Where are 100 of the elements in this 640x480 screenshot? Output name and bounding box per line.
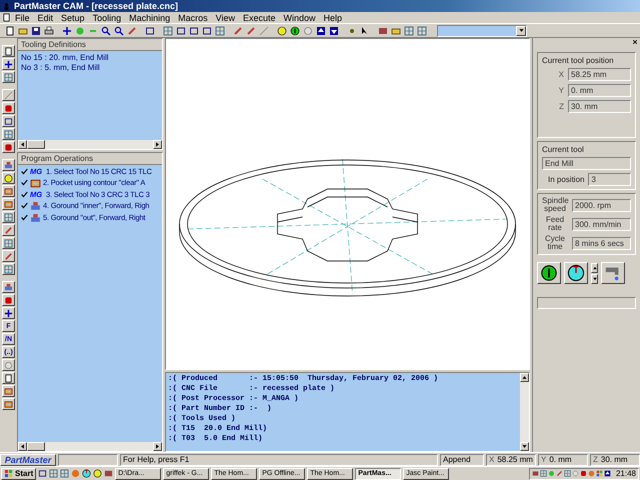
menu-item[interactable]: Help xyxy=(320,12,346,22)
dropdown-button[interactable] xyxy=(516,26,526,36)
menu-item[interactable]: Execute xyxy=(239,12,280,22)
axis-label: Y xyxy=(541,455,546,464)
dial-icon xyxy=(567,264,585,282)
menu-item[interactable]: Macros xyxy=(174,12,212,22)
down-arrow-icon[interactable] xyxy=(328,24,340,36)
tool-button[interactable] xyxy=(2,115,15,127)
tool-icon xyxy=(4,238,13,248)
menu-item[interactable]: Tooling xyxy=(88,12,126,22)
tool-button[interactable] xyxy=(2,185,15,197)
checkbox[interactable] xyxy=(21,178,28,187)
tool-button[interactable] xyxy=(2,211,15,223)
tool-button[interactable] xyxy=(2,172,15,184)
menu-item[interactable]: Machining xyxy=(125,12,174,22)
tool-button[interactable] xyxy=(2,224,15,236)
menu-item[interactable]: File xyxy=(11,12,34,22)
spin-up-button[interactable] xyxy=(591,262,598,272)
view-icon[interactable] xyxy=(175,24,187,36)
zoom-icon[interactable] xyxy=(100,24,112,36)
tool-button[interactable] xyxy=(2,281,15,293)
document-icon[interactable] xyxy=(2,13,11,22)
left-arrow-icon[interactable] xyxy=(19,141,26,148)
checkbox[interactable] xyxy=(21,190,28,199)
close-icon[interactable] xyxy=(632,39,638,45)
axis-label: X xyxy=(558,70,564,79)
tool-button[interactable] xyxy=(2,385,15,397)
tool-button[interactable] xyxy=(2,237,15,249)
tool-button[interactable] xyxy=(2,45,15,57)
move-icon[interactable] xyxy=(61,24,73,36)
zoom-window-icon[interactable] xyxy=(113,24,125,36)
tool-button[interactable] xyxy=(2,141,15,153)
tool-icon xyxy=(4,130,13,138)
view-icon[interactable] xyxy=(188,24,200,36)
tool-button[interactable] xyxy=(2,263,15,275)
down-arrow-icon[interactable] xyxy=(521,443,528,450)
left-arrow-icon[interactable] xyxy=(19,443,26,450)
cutter-icon xyxy=(30,213,41,224)
tool-item[interactable]: No 3 : 5. mm, End Mill xyxy=(21,63,159,72)
checkbox[interactable] xyxy=(21,213,28,222)
tool-button[interactable] xyxy=(2,89,15,101)
pencil-icon[interactable] xyxy=(126,24,138,36)
scrollbar-thumb[interactable] xyxy=(27,140,45,149)
cutter-icon xyxy=(30,201,41,212)
checkbox[interactable] xyxy=(21,167,28,176)
checkbox[interactable] xyxy=(21,201,28,210)
frame-icon[interactable] xyxy=(144,24,156,36)
tool-button[interactable] xyxy=(2,198,15,210)
scrollbar[interactable] xyxy=(18,140,162,149)
tool-button[interactable] xyxy=(2,294,15,306)
coordinate-field: 58.25 mm xyxy=(568,68,631,81)
dropdown-field[interactable] xyxy=(437,24,527,36)
tool-icon xyxy=(4,160,13,170)
tool-button[interactable] xyxy=(2,58,15,70)
drawing-canvas[interactable] xyxy=(165,38,530,370)
coolant-button[interactable] xyxy=(601,262,625,284)
scrollbar[interactable] xyxy=(18,442,162,451)
tray-icon[interactable] xyxy=(604,470,611,477)
print-icon[interactable] xyxy=(43,24,55,36)
start-icon[interactable] xyxy=(289,24,301,36)
grid-icon[interactable] xyxy=(416,24,428,36)
coordinate-text: 58.25 mm xyxy=(497,455,533,464)
tool-button[interactable] xyxy=(2,398,15,410)
spin-down-button[interactable] xyxy=(591,274,598,284)
menu-item[interactable]: Edit xyxy=(34,12,58,22)
spindle-button[interactable] xyxy=(564,262,588,284)
coordinate-text: 30. mm xyxy=(600,455,628,464)
start-button[interactable]: Start xyxy=(1,468,36,480)
menu-item[interactable]: Window xyxy=(280,12,320,22)
tool-item[interactable]: No 15 : 20. mm, End Mill xyxy=(21,53,159,62)
tool-button[interactable] xyxy=(2,71,15,83)
right-arrow-icon[interactable] xyxy=(154,443,161,450)
tool-button[interactable] xyxy=(2,372,15,384)
scrollbar[interactable] xyxy=(520,373,529,451)
tool-icon xyxy=(4,72,13,82)
right-arrow-icon[interactable] xyxy=(154,141,161,148)
tool-button[interactable] xyxy=(2,102,15,114)
up-arrow-icon[interactable] xyxy=(315,24,327,36)
quick-launch-icon[interactable] xyxy=(82,469,92,478)
tool-button[interactable] xyxy=(2,359,15,371)
tool-icon xyxy=(4,212,13,222)
menu-item[interactable]: Setup xyxy=(57,12,89,22)
start-button[interactable] xyxy=(537,262,561,284)
up-arrow-icon[interactable] xyxy=(521,374,528,381)
tool-button[interactable] xyxy=(2,159,15,171)
quick-launch-icon[interactable] xyxy=(38,469,48,478)
save-icon[interactable] xyxy=(30,24,42,36)
mode-text: Append xyxy=(440,454,484,466)
new-page-icon[interactable] xyxy=(4,24,16,36)
grid-icon[interactable] xyxy=(214,24,226,36)
pencil-icon[interactable] xyxy=(232,24,244,36)
tool-button[interactable] xyxy=(2,250,15,262)
scrollbar-thumb[interactable] xyxy=(27,442,45,451)
view-icon[interactable] xyxy=(201,24,213,36)
pencil-icon[interactable] xyxy=(245,24,257,36)
tool-icon xyxy=(4,226,13,234)
grid-icon[interactable] xyxy=(403,24,415,36)
menu-item[interactable]: View xyxy=(212,12,239,22)
tool-button[interactable] xyxy=(2,307,15,319)
tool-button[interactable] xyxy=(2,128,15,140)
